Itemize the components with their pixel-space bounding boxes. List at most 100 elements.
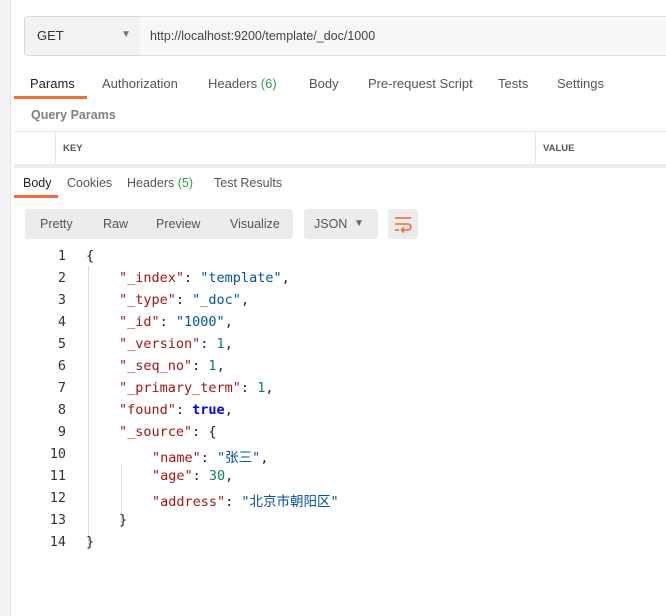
line-number: 2 [57, 270, 66, 286]
tab-test-results[interactable]: Test Results [214, 176, 282, 190]
json-key: "found" [119, 402, 176, 418]
code-text: "address": "北京市朝阳区" [152, 494, 339, 510]
json-key: "_source" [119, 424, 193, 440]
view-mode-group: Pretty Raw Preview Visualize [25, 209, 293, 239]
line-number: 5 [57, 336, 66, 352]
json-key: "_type" [119, 292, 176, 308]
json-value: "张三" [217, 450, 261, 466]
json-value: "_doc" [192, 292, 241, 308]
line-number: 12 [49, 490, 66, 506]
json-key: "_id" [119, 314, 160, 330]
json-key: "_version" [119, 336, 201, 352]
json-brace: { [86, 248, 95, 264]
code-line: 11 "age": 30, [0, 468, 666, 490]
json-value: true [192, 402, 225, 418]
code-line: 9 "_source": { [0, 424, 666, 446]
code-text: "_id": "1000", [119, 314, 233, 330]
code-text: "found": true, [119, 402, 233, 418]
line-number: 11 [49, 468, 66, 484]
query-params-table: KEY VALUE [14, 131, 666, 165]
code-line: 8 "found": true, [0, 402, 666, 424]
code-text: "age": 30, [152, 468, 234, 484]
code-text: "_seq_no": 1, [119, 358, 225, 374]
code-text: "_primary_term": 1, [119, 380, 274, 396]
request-url-bar: GET ▼ http://localhost:9200/template/_do… [24, 16, 666, 56]
json-key: "_primary_term" [119, 380, 241, 396]
format-label: JSON [314, 217, 348, 231]
view-preview-button[interactable]: Preview [156, 217, 200, 231]
view-raw-button[interactable]: Raw [103, 217, 128, 231]
active-tab-indicator [14, 96, 87, 99]
tab-tests[interactable]: Tests [498, 76, 528, 91]
code-line: 2 "_index": "template", [0, 270, 666, 292]
code-text: "name": "张三", [152, 450, 269, 466]
line-number: 3 [57, 292, 66, 308]
line-number: 13 [49, 512, 66, 528]
line-number: 9 [57, 424, 66, 440]
line-number: 14 [49, 534, 66, 550]
tab-response-headers[interactable]: Headers (5) [127, 176, 193, 190]
wrap-lines-button[interactable] [388, 209, 418, 239]
code-text: "_index": "template", [119, 270, 290, 286]
json-brace: } [119, 512, 128, 528]
code-text: "_type": "_doc", [119, 292, 250, 308]
json-key: "name" [152, 450, 201, 466]
code-line: 14} [0, 534, 666, 556]
http-method-select[interactable]: GET ▼ [24, 16, 142, 56]
format-select[interactable]: JSON ▼ [304, 209, 378, 239]
code-text: { [86, 248, 94, 264]
json-key: "_index" [119, 270, 185, 286]
key-column: KEY [55, 132, 536, 164]
json-brace: } [86, 534, 95, 550]
view-pretty-button[interactable]: Pretty [40, 217, 73, 231]
json-key: "address" [152, 494, 226, 510]
tab-cookies[interactable]: Cookies [67, 176, 112, 190]
active-response-tab-indicator [14, 195, 58, 198]
http-method-label: GET [37, 28, 64, 43]
json-value: 1 [208, 358, 217, 374]
tab-body[interactable]: Body [309, 76, 339, 91]
code-text: } [86, 534, 94, 550]
value-column-header: VALUE [543, 143, 575, 154]
tab-pre-request-script[interactable]: Pre-request Script [368, 76, 473, 91]
code-line: 3 "_type": "_doc", [0, 292, 666, 314]
value-column: VALUE [535, 132, 666, 164]
query-params-title: Query Params [31, 108, 116, 122]
response-tabs: Body Cookies Headers (5) Test Results [14, 170, 666, 198]
line-number: 4 [57, 314, 66, 330]
tab-settings[interactable]: Settings [557, 76, 604, 91]
pane-divider[interactable] [14, 164, 666, 168]
json-key: "_seq_no" [119, 358, 193, 374]
tab-headers[interactable]: Headers (6) [208, 76, 277, 91]
code-text: } [119, 512, 127, 528]
json-value: 30 [208, 468, 226, 484]
json-key: "age" [152, 468, 193, 484]
code-line: 12 "address": "北京市朝阳区" [0, 490, 666, 512]
code-line: 1{ [0, 248, 666, 270]
wrap-lines-icon [395, 217, 412, 234]
line-number: 8 [57, 402, 66, 418]
view-visualize-button[interactable]: Visualize [230, 217, 280, 231]
chevron-down-icon: ▼ [121, 29, 131, 40]
code-text: "_source": { [119, 424, 217, 440]
request-tabs: Params Authorization Headers (6) Body Pr… [14, 70, 666, 100]
json-value: 1 [216, 336, 225, 352]
json-value: "1000" [175, 314, 225, 330]
line-number: 7 [57, 380, 66, 396]
url-input[interactable]: http://localhost:9200/template/_doc/1000 [140, 16, 666, 56]
code-line: 6 "_seq_no": 1, [0, 358, 666, 380]
line-number: 1 [57, 248, 66, 264]
url-text: http://localhost:9200/template/_doc/1000 [150, 29, 376, 43]
key-column-header: KEY [63, 143, 83, 154]
line-number: 10 [49, 446, 66, 462]
json-value: "北京市朝阳区" [241, 494, 339, 510]
tab-authorization[interactable]: Authorization [102, 76, 178, 91]
code-line: 5 "_version": 1, [0, 336, 666, 358]
tab-response-body[interactable]: Body [23, 176, 52, 190]
code-line: 10 "name": "张三", [0, 446, 666, 468]
code-line: 7 "_primary_term": 1, [0, 380, 666, 402]
json-value: "template" [200, 270, 282, 286]
chevron-down-icon: ▼ [354, 218, 364, 229]
line-number: 6 [57, 358, 66, 374]
tab-params[interactable]: Params [30, 76, 75, 91]
